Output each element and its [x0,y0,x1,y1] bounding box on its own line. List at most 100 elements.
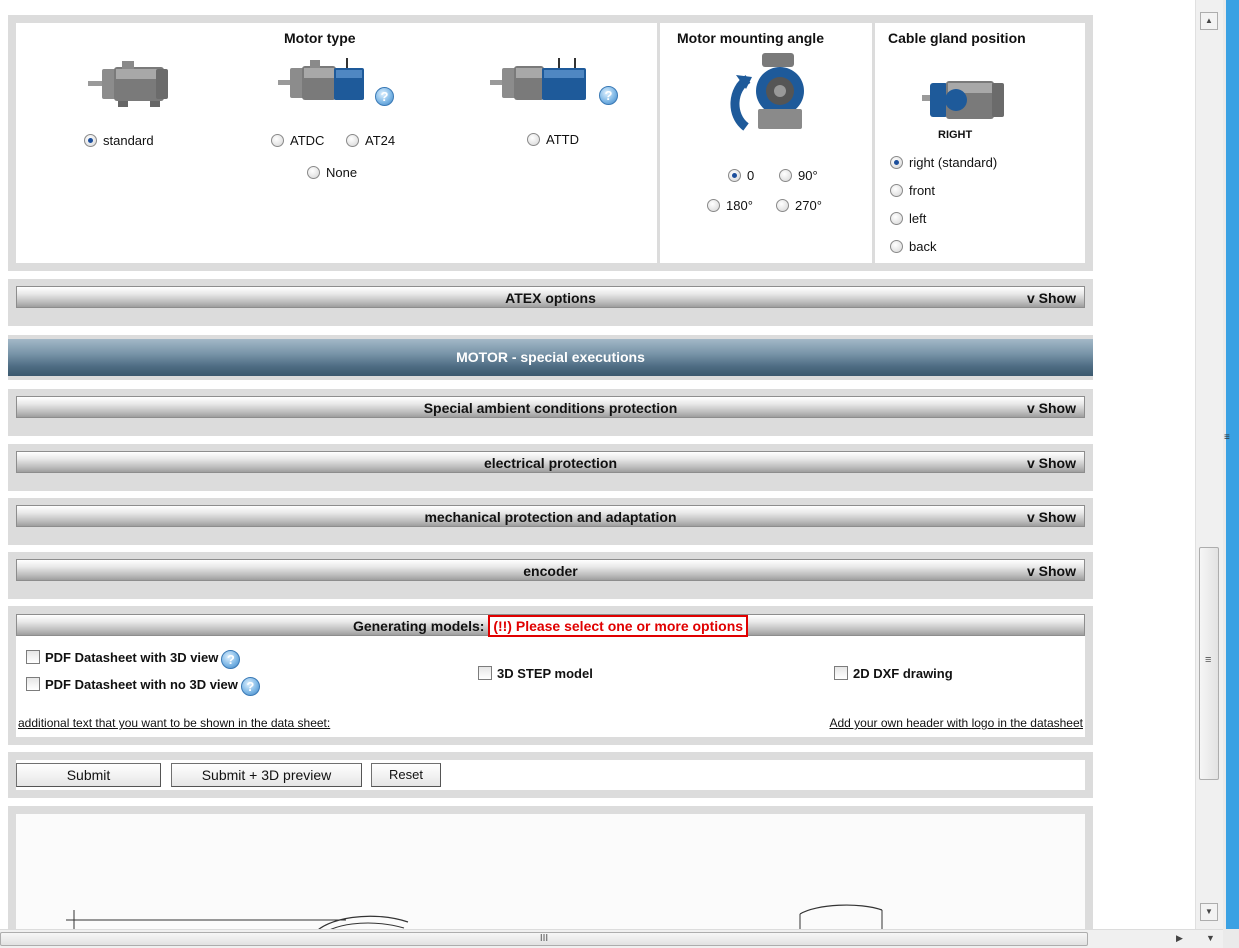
angle-180-radio[interactable] [707,199,720,212]
encoder-bar[interactable]: encoder v Show [16,559,1085,581]
side-pane-grip-icon[interactable]: ≡ [1224,432,1230,443]
gland-back-label: back [909,239,937,254]
mounting-angle-title: Motor mounting angle [677,30,824,46]
column-divider [657,23,660,263]
atex-bar[interactable]: ATEX options v Show [16,286,1085,308]
attd-help-icon[interactable]: ? [599,86,618,105]
horizontal-scrollbar[interactable]: III ▶ ▼ [0,929,1223,948]
motor-config-inner: Motor type ? ? standard ATDC AT24 None A… [16,23,1085,263]
electrical-bar[interactable]: electrical protection v Show [16,451,1085,473]
motor-special-header: MOTOR - special executions [8,339,1093,376]
generating-models-header: Generating models: (!!) Please select on… [16,614,1085,637]
gland-right-option[interactable]: right (standard) [890,155,997,170]
motor-type-standard-option[interactable]: standard [84,133,154,148]
pdf-3d-help-icon[interactable]: ? [221,650,241,669]
scroll-down-corner-icon[interactable]: ▼ [1206,933,1215,943]
atex-show-toggle[interactable]: v Show [1027,290,1076,306]
angle-0-radio[interactable] [728,169,741,182]
angle-90-radio[interactable] [779,169,792,182]
at24-label: AT24 [365,133,396,148]
step-model-checkbox[interactable] [478,666,492,680]
motor-type-attd-option[interactable]: ATTD [527,132,579,147]
pdf-3d-option[interactable]: PDF Datasheet with 3D view? [26,650,241,669]
ambient-bar[interactable]: Special ambient conditions protection v … [16,396,1085,418]
dxf-drawing-checkbox[interactable] [834,666,848,680]
pdf-3d-checkbox[interactable] [26,650,40,664]
atdc-label: ATDC [290,133,325,148]
column-divider-2 [872,23,875,263]
atdc-radio[interactable] [271,134,284,147]
drawing-preview-canvas [16,814,1085,929]
encoder-label: encoder [523,563,578,579]
dxf-drawing-label: 2D DXF drawing [853,666,953,681]
at24-radio[interactable] [346,134,359,147]
gland-left-label: left [909,211,927,226]
ambient-label: Special ambient conditions protection [423,400,678,416]
page-content: Motor type ? ? standard ATDC AT24 None A… [0,0,1195,929]
dxf-drawing-option[interactable]: 2D DXF drawing [834,666,953,681]
angle-0-label: 0 [747,168,755,183]
angle-90-option[interactable]: 90° [779,168,818,183]
angle-270-radio[interactable] [776,199,789,212]
mechanical-bar[interactable]: mechanical protection and adaptation v S… [16,505,1085,527]
cable-gland-motor-image [922,81,1004,119]
standard-label: standard [103,133,154,148]
encoder-show-toggle[interactable]: v Show [1027,563,1076,579]
cable-gland-current-label: RIGHT [938,129,973,141]
custom-header-link[interactable]: Add your own header with logo in the dat… [829,716,1083,730]
angle-0-option[interactable]: 0 [728,168,754,183]
submit-3d-preview-button[interactable]: Submit + 3D preview [171,763,362,787]
rotate-arrow-icon [730,75,752,131]
horizontal-scroll-thumb[interactable]: III [0,932,1088,946]
standard-radio[interactable] [84,134,97,147]
atdc-help-icon[interactable]: ? [375,87,394,106]
vertical-scroll-thumb[interactable]: ≡ [1199,547,1219,780]
angle-180-label: 180° [726,198,753,213]
gland-back-radio[interactable] [890,240,903,253]
scroll-right-arrow-icon[interactable]: ▶ [1176,933,1183,944]
motor-type-atdc-option[interactable]: ATDC [271,133,324,148]
gland-front-option[interactable]: front [890,183,935,198]
reset-button[interactable]: Reset [371,763,441,787]
ambient-show-toggle[interactable]: v Show [1027,400,1076,416]
vertical-scrollbar[interactable]: ▲ ≡ ▼ [1195,0,1223,929]
angle-270-label: 270° [795,198,822,213]
electrical-show-toggle[interactable]: v Show [1027,455,1076,471]
pdf-no-3d-option[interactable]: PDF Datasheet with no 3D view? [26,677,260,696]
motor-type-none-option[interactable]: None [307,165,357,180]
gland-left-radio[interactable] [890,212,903,225]
side-pane-edge: ≡ [1223,0,1239,948]
drawing-preview-section [8,806,1093,929]
scroll-up-button[interactable]: ▲ [1200,12,1218,30]
scroll-down-button[interactable]: ▼ [1200,903,1218,921]
mechanical-section: mechanical protection and adaptation v S… [8,498,1093,545]
technical-drawing [66,904,883,929]
horizontal-grip-icon: III [539,933,549,944]
ambient-section: Special ambient conditions protection v … [8,389,1093,436]
generating-models-inner: Generating models: (!!) Please select on… [16,614,1085,737]
angle-180-option[interactable]: 180° [707,198,753,213]
gland-left-option[interactable]: left [890,211,926,226]
attd-radio[interactable] [527,133,540,146]
gland-back-option[interactable]: back [890,239,936,254]
vertical-grip-icon: ≡ [1205,654,1212,666]
motor-type-at24-option[interactable]: AT24 [346,133,395,148]
gland-right-radio[interactable] [890,156,903,169]
angle-270-option[interactable]: 270° [776,198,822,213]
mechanical-show-toggle[interactable]: v Show [1027,509,1076,525]
pdf-no-3d-help-icon[interactable]: ? [240,677,260,696]
electrical-label: electrical protection [483,455,618,471]
additional-text-link[interactable]: additional text that you want to be show… [18,716,330,730]
none-radio[interactable] [307,166,320,179]
gland-front-label: front [909,183,936,198]
step-model-label: 3D STEP model [497,666,593,681]
gland-front-radio[interactable] [890,184,903,197]
atdc-motor-image [278,58,364,100]
action-buttons-section: Submit Submit + 3D preview Reset [8,752,1093,798]
cable-gland-title: Cable gland position [888,30,1026,46]
select-options-warning: (!!) Please select one or more options [488,615,749,637]
step-model-option[interactable]: 3D STEP model [478,666,593,681]
pdf-no-3d-checkbox[interactable] [26,677,40,691]
side-pane-highlight [1226,0,1239,929]
submit-button[interactable]: Submit [16,763,161,787]
